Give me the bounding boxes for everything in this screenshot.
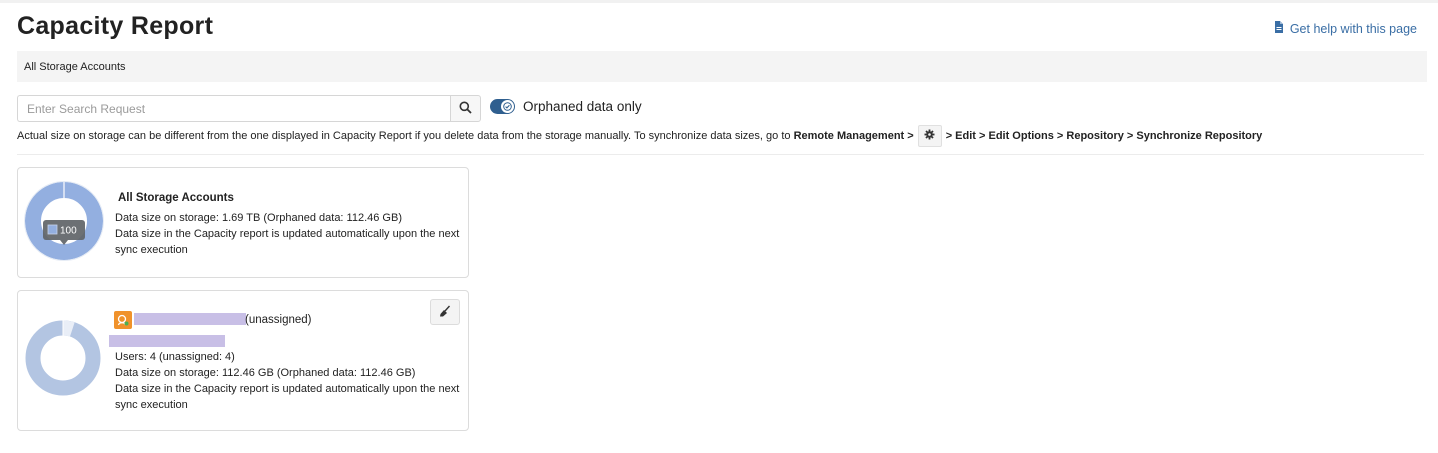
gear-icon [924,129,935,143]
redacted-detail [109,335,225,347]
sync-info: Actual size on storage can be different … [17,125,1262,147]
breadcrumb-item[interactable]: All Storage Accounts [24,61,126,73]
tooltip-value: 100 [60,226,77,237]
usage-donut: 100 [23,180,105,265]
search-input[interactable] [17,95,450,122]
search-box [17,95,481,122]
usage-donut [23,318,103,401]
owner-status: (unassigned) [245,314,312,326]
sync-note: Data size in the Capacity report is upda… [115,383,460,411]
breadcrumb: All Storage Accounts [17,51,1427,82]
check-icon [501,100,514,113]
search-icon [459,101,472,117]
page-title: Capacity Report [17,12,214,40]
storage-card-all[interactable]: 100 All Storage Accounts Data size on st… [17,167,469,278]
cleanup-button[interactable] [430,299,460,325]
broom-icon [439,305,451,320]
help-link-label: Get help with this page [1289,21,1417,36]
storage-card-account[interactable]: (unassigned) Users: 4 (unassigned: 4) Da… [17,290,469,431]
card-details: Data size on storage: 1.69 TB (Orphaned … [115,210,460,258]
redacted-name [134,313,246,325]
sync-path: > Edit > Edit Options > Repository > Syn… [945,130,1263,142]
sync-info-text: Actual size on storage can be different … [17,130,791,142]
search-button[interactable] [450,95,481,122]
top-border [0,0,1438,3]
sync-note: Data size in the Capacity report is upda… [115,228,460,256]
orphaned-toggle-label: Orphaned data only [523,99,642,114]
gear-button[interactable] [917,125,942,147]
document-icon [1274,21,1284,36]
divider [17,154,1424,155]
remote-management-link: Remote Management > [793,130,914,142]
card-title: All Storage Accounts [118,192,234,204]
orphaned-filter: Orphaned data only [490,99,642,114]
data-size: Data size on storage: 1.69 TB (Orphaned … [115,212,402,224]
storage-account-icon [114,311,132,329]
card-details: Users: 4 (unassigned: 4) Data size on st… [115,349,460,413]
help-link[interactable]: Get help with this page [1274,21,1417,36]
users-count: Users: 4 (unassigned: 4) [115,351,235,363]
orphaned-toggle[interactable] [490,99,515,114]
data-size: Data size on storage: 112.46 GB (Orphane… [115,367,416,379]
